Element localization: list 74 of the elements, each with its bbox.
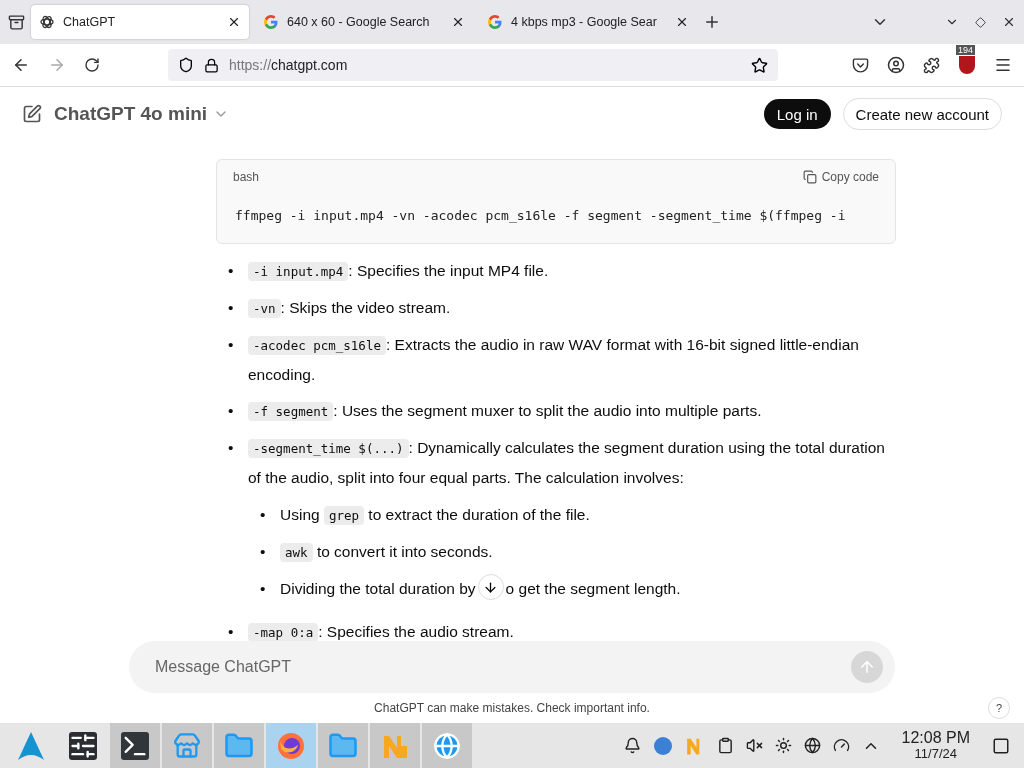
google-icon <box>263 14 279 30</box>
taskbar-app[interactable] <box>110 723 160 768</box>
google-icon <box>487 14 503 30</box>
close-icon[interactable] <box>675 15 689 29</box>
store-icon <box>173 731 201 760</box>
copy-code-button[interactable]: Copy code <box>802 170 879 184</box>
browser-tab[interactable]: 640 x 60 - Google Search <box>255 5 473 39</box>
bullet-text: Dividing the total duration by <box>280 579 476 599</box>
bullet-text: Using grep to extract the duration of the file. <box>280 505 590 527</box>
openai-logo-icon <box>39 14 55 30</box>
bullet-marker: • <box>260 542 267 562</box>
address-bar[interactable]: https://chatgpt.com <box>168 49 778 81</box>
copy-icon <box>802 170 817 184</box>
browser-tab[interactable]: 4 kbps mp3 - Google Sear <box>479 5 697 39</box>
clipboard-icon[interactable] <box>716 737 734 754</box>
bullet-marker: • <box>228 298 235 318</box>
back-icon[interactable] <box>12 56 30 74</box>
code-language: bash <box>233 170 260 184</box>
bullet-text: awk to convert it into seconds. <box>280 537 493 567</box>
bullet-text: -map 0:a : Specifies the audio stream. <box>248 617 896 641</box>
bullet-text: -acodec pcm_s16le : Extracts the audio in raw WAV format with 16-bit signed little-endian encoding. <box>248 335 860 385</box>
new-tab-icon[interactable] <box>703 13 721 31</box>
bullet-marker: • <box>260 505 267 525</box>
scroll-down-button[interactable] <box>477 574 504 600</box>
muted-speaker-icon[interactable] <box>745 737 763 754</box>
close-icon[interactable] <box>1002 15 1016 29</box>
bullet-text: -vn : Skips the video stream. <box>248 293 896 323</box>
lock-icon <box>204 57 219 73</box>
star-icon[interactable] <box>751 56 768 74</box>
bullet-marker: • <box>228 622 235 641</box>
bullet-marker: • <box>228 401 235 421</box>
pocket-icon[interactable] <box>852 56 869 74</box>
arrow-down-icon <box>483 579 499 595</box>
signup-button[interactable]: Create new account <box>842 98 1002 130</box>
browser-tab[interactable]: ChatGPT <box>31 5 249 39</box>
help-button[interactable]: ? <box>988 697 1010 719</box>
bell-icon[interactable] <box>623 737 641 754</box>
model-selector[interactable]: ChatGPT 4o mini <box>54 103 208 125</box>
extension-badge: 194 <box>956 45 976 55</box>
clock[interactable]: 12:08 PM 11/7/24 <box>901 729 970 762</box>
bullet-marker: • <box>228 438 235 458</box>
bullet-text: -i input.mp4 : Specifies the input MP4 file. <box>248 256 896 286</box>
network-icon[interactable] <box>803 737 821 754</box>
bullet-text: o get the segment length. <box>505 579 681 599</box>
close-icon[interactable] <box>451 15 465 29</box>
close-icon[interactable] <box>227 15 241 29</box>
shield-icon <box>178 57 194 73</box>
firefox-icon <box>276 730 306 761</box>
sliders-icon <box>69 731 97 760</box>
arch-logo-icon <box>17 730 45 761</box>
puzzle-icon[interactable] <box>923 56 940 74</box>
code-line: ffmpeg -i input.mp4 -vn -acodec pcm_s16le -f segment -segment_time $(ffmpeg -i <box>234 207 847 225</box>
reload-icon[interactable] <box>84 57 100 73</box>
show-desktop-icon[interactable] <box>992 736 1010 755</box>
message-composer[interactable]: Message ChatGPT <box>129 641 895 693</box>
brightness-icon[interactable] <box>774 737 792 754</box>
bullet-text: -f segment : Uses the segment muxer to split the audio into multiple parts. <box>248 396 896 426</box>
terminal-icon <box>121 731 149 760</box>
disclaimer-text: ChatGPT can make mistakes. Check important info. <box>374 701 650 715</box>
message-field[interactable]: Message ChatGPT <box>153 657 851 677</box>
new-chat-icon[interactable] <box>22 104 42 124</box>
qbittorrent-icon[interactable] <box>652 735 673 756</box>
bullet-marker: • <box>228 261 235 281</box>
globe-icon <box>433 731 461 760</box>
bullet-text: -segment_time $(...) : Dynamically calculates the segment duration using the total duration of the audio, split into four equal parts. The calculation involves: <box>248 438 886 488</box>
account-icon[interactable] <box>887 56 905 74</box>
bullet-marker: • <box>260 579 267 599</box>
shield-extension-icon[interactable] <box>958 55 976 75</box>
maximize-icon[interactable] <box>975 16 986 28</box>
tab-list-icon[interactable] <box>8 13 25 31</box>
bullet-marker: • <box>228 335 235 355</box>
gauge-icon[interactable] <box>832 737 850 754</box>
login-button[interactable]: Log in <box>763 99 831 129</box>
menu-icon[interactable] <box>994 56 1012 74</box>
